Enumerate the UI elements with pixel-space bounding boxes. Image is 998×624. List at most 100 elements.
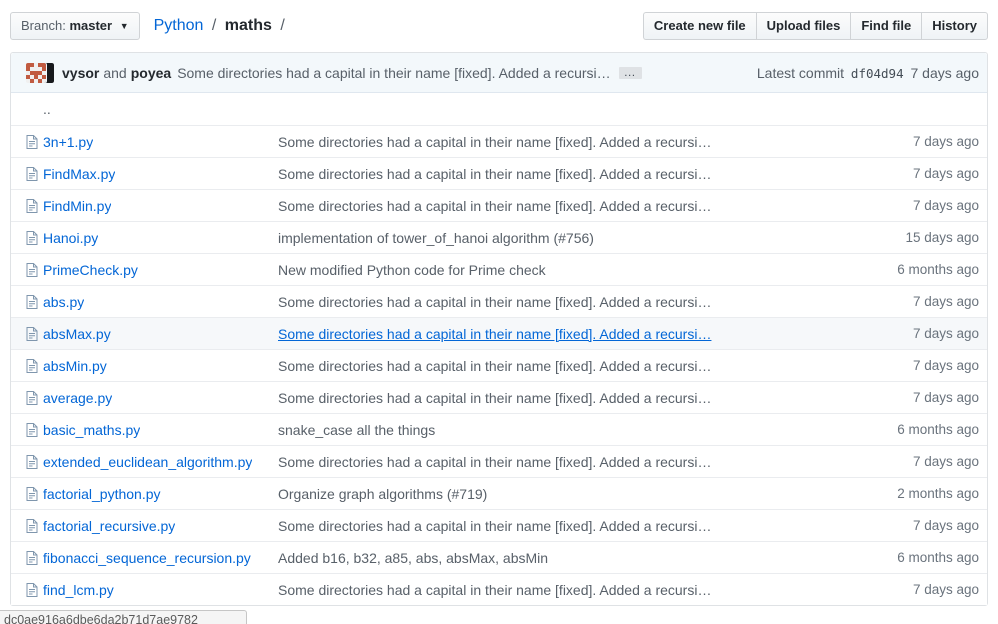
commit-author-primary-link[interactable]: vysor — [62, 65, 99, 81]
table-row: absMin.py Some directories had a capital… — [11, 349, 987, 381]
file-name-link[interactable]: 3n+1.py — [43, 134, 93, 150]
file-icon — [26, 231, 38, 245]
find-file-button[interactable]: Find file — [850, 12, 921, 40]
commit-message-cell: Some directories had a capital in their … — [278, 582, 844, 598]
file-icon — [26, 263, 38, 277]
file-name-link[interactable]: average.py — [43, 390, 112, 406]
file-name-cell: 3n+1.py — [26, 134, 278, 150]
file-name-link[interactable]: factorial_python.py — [43, 486, 161, 502]
commit-age-cell: 7 days ago — [844, 358, 979, 373]
commit-age-cell: 7 days ago — [844, 518, 979, 533]
latest-commit-bar: vysor and poyea Some directories had a c… — [11, 53, 987, 93]
table-row: fibonacci_sequence_recursion.py Added b1… — [11, 541, 987, 573]
row-commit-message-link[interactable]: Some directories had a capital in their … — [278, 390, 711, 406]
commit-message-cell: Some directories had a capital in their … — [278, 390, 844, 406]
history-button[interactable]: History — [921, 12, 988, 40]
file-name-link[interactable]: PrimeCheck.py — [43, 262, 138, 278]
table-row: find_lcm.py Some directories had a capit… — [11, 573, 987, 605]
commit-age-cell: 7 days ago — [844, 134, 979, 149]
parent-directory-row: .. — [11, 93, 987, 125]
file-name-link[interactable]: factorial_recursive.py — [43, 518, 175, 534]
commit-message-expander-button[interactable]: … — [619, 67, 642, 79]
table-row: FindMax.py Some directories had a capita… — [11, 157, 987, 189]
commit-author-avatars — [26, 63, 54, 83]
file-icon — [26, 487, 38, 501]
file-name-link[interactable]: FindMax.py — [43, 166, 115, 182]
table-row: FindMin.py Some directories had a capita… — [11, 189, 987, 221]
file-rows: 3n+1.py Some directories had a capital i… — [11, 125, 987, 605]
file-name-link[interactable]: absMax.py — [43, 326, 111, 342]
row-commit-message-link[interactable]: Some directories had a capital in their … — [278, 582, 711, 598]
commit-age-cell: 7 days ago — [844, 582, 979, 597]
file-icon — [26, 583, 38, 597]
table-row: factorial_recursive.py Some directories … — [11, 509, 987, 541]
file-name-link[interactable]: abs.py — [43, 294, 84, 310]
table-row: factorial_python.py Organize graph algor… — [11, 477, 987, 509]
file-icon — [26, 359, 38, 373]
file-name-link[interactable]: fibonacci_sequence_recursion.py — [43, 550, 251, 566]
file-name-link[interactable]: FindMin.py — [43, 198, 111, 214]
parent-directory-link[interactable]: .. — [43, 101, 51, 117]
latest-commit-sha-link[interactable]: df04d94 — [851, 66, 904, 81]
upload-files-button[interactable]: Upload files — [756, 12, 851, 40]
commit-message-cell: implementation of tower_of_hanoi algorit… — [278, 230, 844, 246]
file-name-link[interactable]: extended_euclidean_algorithm.py — [43, 454, 252, 470]
file-name-cell: FindMax.py — [26, 166, 278, 182]
row-commit-message-link[interactable]: Some directories had a capital in their … — [278, 166, 711, 182]
table-row: PrimeCheck.py New modified Python code f… — [11, 253, 987, 285]
file-name-cell: find_lcm.py — [26, 582, 278, 598]
file-icon — [26, 199, 38, 213]
row-commit-message-link[interactable]: implementation of tower_of_hanoi algorit… — [278, 230, 594, 246]
file-name-cell: abs.py — [26, 294, 278, 310]
commit-age-cell: 7 days ago — [844, 454, 979, 469]
commit-message-cell: Some directories had a capital in their … — [278, 198, 844, 214]
breadcrumb-root-link[interactable]: Python — [154, 17, 204, 34]
row-commit-message-link[interactable]: Some directories had a capital in their … — [278, 326, 711, 342]
row-commit-message-link[interactable]: Some directories had a capital in their … — [278, 198, 711, 214]
table-row: basic_maths.py snake_case all the things… — [11, 413, 987, 445]
file-name-link[interactable]: Hanoi.py — [43, 230, 98, 246]
table-row: abs.py Some directories had a capital in… — [11, 285, 987, 317]
table-row: extended_euclidean_algorithm.py Some dir… — [11, 445, 987, 477]
chevron-down-icon: ▼ — [120, 18, 129, 34]
commit-age-cell: 7 days ago — [844, 326, 979, 341]
row-commit-message-link[interactable]: Organize graph algorithms (#719) — [278, 486, 487, 502]
commit-message-cell: snake_case all the things — [278, 422, 844, 438]
commit-age-cell: 6 months ago — [844, 262, 979, 277]
file-listing-box: vysor and poyea Some directories had a c… — [10, 52, 988, 606]
file-icon — [26, 391, 38, 405]
file-icon — [26, 551, 38, 565]
file-name-cell: fibonacci_sequence_recursion.py — [26, 550, 278, 566]
create-new-file-button[interactable]: Create new file — [643, 12, 756, 40]
commit-author-secondary-link[interactable]: poyea — [131, 65, 171, 81]
branch-label: Branch: — [21, 18, 66, 33]
row-commit-message-link[interactable]: New modified Python code for Prime check — [278, 262, 546, 278]
commit-message-cell: Some directories had a capital in their … — [278, 454, 844, 470]
row-commit-message-link[interactable]: Some directories had a capital in their … — [278, 454, 711, 470]
row-commit-message-link[interactable]: Some directories had a capital in their … — [278, 134, 711, 150]
commit-message-cell: Some directories had a capital in their … — [278, 166, 844, 182]
file-name-cell: factorial_python.py — [26, 486, 278, 502]
row-commit-message-link[interactable]: snake_case all the things — [278, 422, 435, 438]
file-name-link[interactable]: absMin.py — [43, 358, 107, 374]
file-name-link[interactable]: basic_maths.py — [43, 422, 140, 438]
file-icon — [26, 423, 38, 437]
branch-selector-button[interactable]: Branch: master ▼ — [10, 12, 140, 41]
commit-message-cell: New modified Python code for Prime check — [278, 262, 844, 278]
commit-message-cell: Some directories had a capital in their … — [278, 326, 844, 342]
avatar-identicon[interactable] — [26, 63, 46, 83]
row-commit-message-link[interactable]: Added b16, b32, a85, abs, absMax, absMin — [278, 550, 548, 566]
commit-message-cell: Some directories had a capital in their … — [278, 518, 844, 534]
repo-browser-page: Branch: master ▼ Python / maths / Create… — [0, 0, 998, 606]
file-name-cell: average.py — [26, 390, 278, 406]
file-icon — [26, 295, 38, 309]
commit-age-cell: 2 months ago — [844, 486, 979, 501]
file-name-link[interactable]: find_lcm.py — [43, 582, 114, 598]
latest-commit-message-link[interactable]: Some directories had a capital in their … — [177, 65, 610, 81]
row-commit-message-link[interactable]: Some directories had a capital in their … — [278, 294, 711, 310]
row-commit-message-link[interactable]: Some directories had a capital in their … — [278, 358, 711, 374]
breadcrumb-current-dir: maths — [225, 17, 272, 34]
file-name-cell: PrimeCheck.py — [26, 262, 278, 278]
row-commit-message-link[interactable]: Some directories had a capital in their … — [278, 518, 711, 534]
commit-age-cell: 6 months ago — [844, 422, 979, 437]
